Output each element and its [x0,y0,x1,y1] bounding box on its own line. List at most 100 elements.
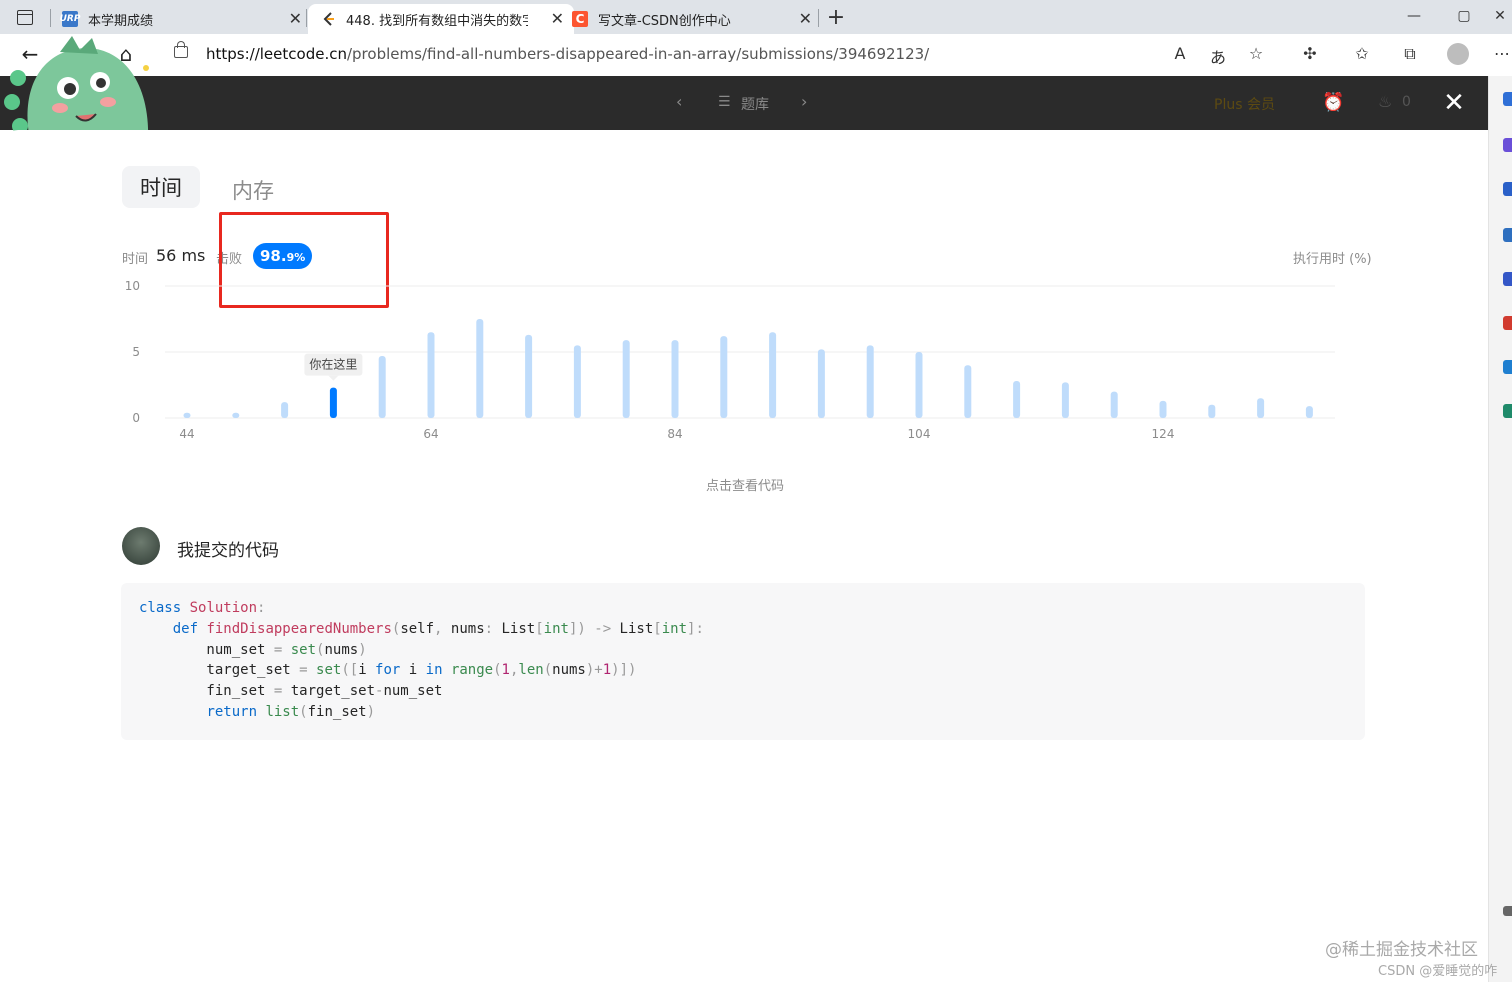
code-token: : [484,620,494,637]
chart-bar [720,336,728,418]
translate-icon[interactable]: あ [1206,44,1230,68]
close-tab-icon[interactable]: ✕ [289,11,302,27]
code-token: for [375,662,401,679]
code-line: class Solution: [139,598,704,619]
address-toolbar: ← ⌂ https://leetcode.cn/problems/find-al… [0,34,1512,77]
problemset-link[interactable]: 题库 [741,94,769,114]
drop-sidebar-icon[interactable] [1503,404,1512,418]
chart-bar [573,345,581,418]
games-sidebar-icon[interactable] [1503,272,1512,286]
tab-title: 写文章-CSDN创作中心 [598,13,731,29]
runtime-value: 56 ms [156,246,206,265]
code-token: list [265,703,300,720]
collections-icon[interactable]: ⧉ [1398,44,1422,64]
tab-time[interactable]: 时间 [122,166,200,208]
code-line: target_set = set([i for i in range(1,len… [139,660,704,681]
lock-icon[interactable] [174,41,188,58]
code-line: fin_set = target_set-num_set [139,681,704,702]
code-token: [ [535,620,544,637]
dinosaur-mascot-icon [4,36,149,140]
tab-divider [306,9,307,27]
streak-count: 0 [1402,94,1411,110]
read-aloud-icon[interactable]: A [1168,44,1192,63]
code-token: ) [366,703,376,720]
close-tab-icon[interactable]: ✕ [551,11,564,27]
close-panel-icon[interactable]: ✕ [1440,90,1468,118]
code-token: range [450,662,494,679]
chart-bar [915,352,923,418]
code-token: ]) [568,620,586,637]
chart-bar [1013,381,1021,418]
code-line: num_set = set(nums) [139,640,704,661]
csdn-favicon-icon: C [572,11,588,27]
favorites-icon[interactable]: ✩ [1350,44,1374,63]
outlook-sidebar-icon[interactable] [1503,360,1512,374]
tab-divider [818,9,819,27]
tooltip-arrow [328,375,339,381]
code-line: return list(fin_set) [139,702,704,723]
maximize-button[interactable]: ▢ [1454,8,1474,24]
code-token: 1 [602,662,612,679]
address-bar-url[interactable]: https://leetcode.cn/problems/find-all-nu… [206,45,929,63]
chart-bar [281,402,289,418]
close-tab-icon[interactable]: ✕ [799,11,812,27]
code-token: findDisappearedNumbers [206,620,392,637]
browser-tab-csdn[interactable]: C 写文章-CSDN创作中心 ✕ [566,4,822,34]
chart-caption: 执行用时 (%) [1293,252,1372,267]
code-token: int [543,620,569,637]
juejin-watermark: @稀土掘金技术社区 [1325,940,1478,960]
tab-actions-menu-button[interactable] [12,6,38,28]
minimize-button[interactable]: — [1404,8,1424,24]
x-tick-label: 64 [423,427,438,441]
sidebar-settings-icon[interactable] [1503,906,1512,916]
submitted-code[interactable]: class Solution: def findDisappearedNumbe… [139,598,704,723]
chart-bar [1159,400,1167,418]
search-sidebar-icon[interactable] [1503,92,1512,106]
add-favorite-icon[interactable]: ☆ [1244,44,1268,63]
code-token: ) [358,641,367,658]
runtime-distribution-chart: 0 5 10 44 64 84 104 124 你在这里 [125,279,1335,441]
user-avatar[interactable] [122,527,160,565]
tabs-icon [17,9,33,25]
flame-icon: ♨ [1378,92,1393,111]
chart-bar [427,332,435,418]
y-tick-label: 5 [132,345,140,359]
code-token: ( [493,662,502,679]
chart-bar [183,412,191,418]
profile-avatar[interactable] [1447,43,1469,65]
code-token: nums [324,641,359,658]
browser-tab-leetcode[interactable]: 448. 找到所有数组中消失的数字 ✕ [308,4,574,34]
more-menu-icon[interactable]: ⋯ [1490,44,1512,63]
alarm-clock-icon[interactable]: ⏰ [1322,92,1344,113]
shopping-sidebar-icon[interactable] [1503,182,1512,196]
window-close-button[interactable]: ✕ [1490,8,1510,24]
extensions-icon[interactable]: ✣ [1298,44,1322,63]
chart-bar [1257,398,1265,418]
list-icon[interactable]: ☰ [718,94,731,110]
code-token: class [139,600,182,616]
code-token: + [594,662,603,679]
office-sidebar-icon[interactable] [1503,316,1512,330]
tab-memory[interactable]: 内存 [232,175,274,205]
chart-bar [671,340,679,418]
chart-bar [378,355,386,418]
chart-bar [476,319,484,418]
prev-problem-chevron-icon[interactable]: ‹ [676,92,682,111]
code-token: len [518,662,544,679]
copilot-sidebar-icon[interactable] [1503,138,1512,152]
new-tab-button[interactable]: + [824,5,848,30]
tools-sidebar-icon[interactable] [1503,228,1512,242]
x-tick-label: 104 [908,427,931,441]
view-code-link[interactable]: 点击查看代码 [706,475,784,494]
plus-membership-link[interactable]: Plus 会员 [1214,94,1275,114]
code-token: num_set [383,683,443,700]
next-problem-chevron-icon[interactable]: › [801,92,807,111]
tooltip-text: 你在这里 [309,357,357,372]
chart-bar [525,334,533,418]
code-token: List [611,620,654,637]
code-token: = [299,662,308,679]
chart-bar [964,365,972,418]
